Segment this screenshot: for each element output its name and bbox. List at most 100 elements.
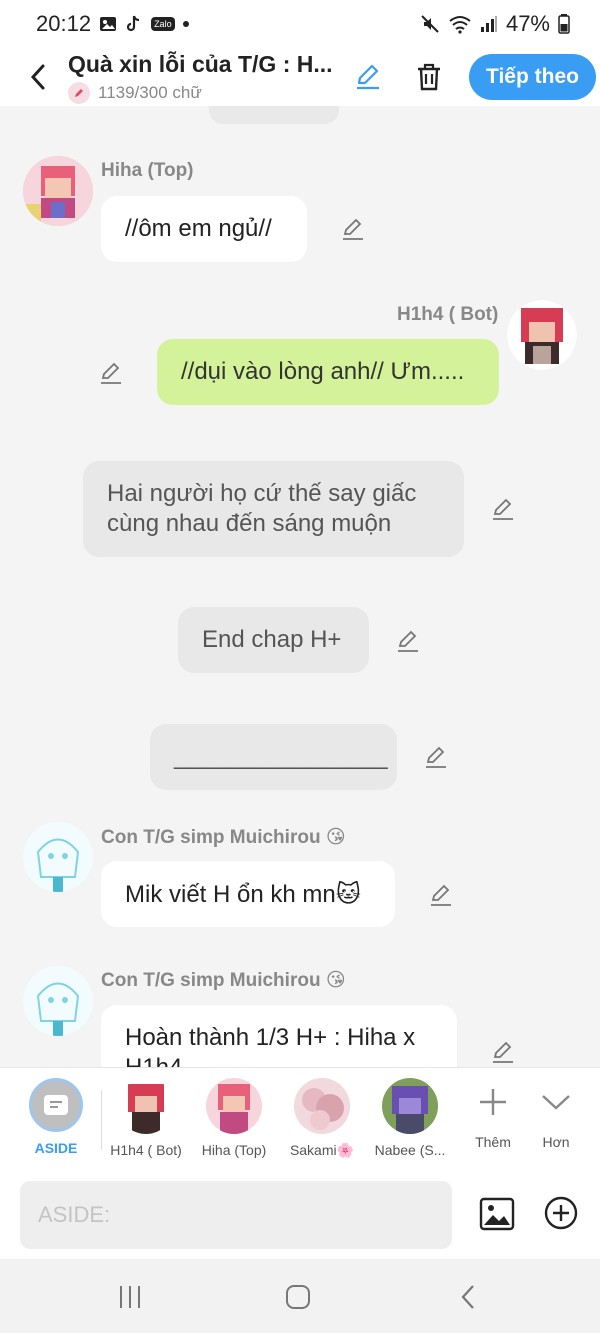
avatar-h1h4[interactable] (507, 300, 577, 370)
notification-dot (182, 21, 189, 27)
chevron-down-icon (536, 1082, 576, 1122)
image-icon (479, 1197, 515, 1231)
character-label: ASIDE (34, 1140, 78, 1156)
mute-icon (420, 14, 440, 34)
signal-icon (480, 15, 498, 33)
message-text: //ôm em ngủ// (125, 215, 272, 242)
message-text: Hoàn thành 1/3 H+ : Hiha x H1h4 (125, 1024, 416, 1067)
recent-apps-button[interactable] (114, 1281, 146, 1313)
chevron-left-icon (30, 64, 45, 90)
pencil-icon (343, 218, 363, 240)
character-avatar (118, 1078, 174, 1134)
pencil-icon (493, 498, 513, 520)
status-time: 20:12 (36, 11, 92, 36)
input-row (0, 1173, 600, 1259)
edit-message-button[interactable] (423, 744, 449, 770)
home-icon (286, 1285, 310, 1309)
message-bubble[interactable]: //dụi vào lòng anh// Ưm..... (157, 339, 499, 405)
editor-header: Quà xin lỗi của T/G : H... 1139/300 chữ … (0, 48, 600, 106)
edit-message-button[interactable] (490, 1039, 516, 1065)
next-button[interactable]: Tiếp theo (469, 54, 596, 100)
message-icon (44, 1095, 68, 1115)
add-button[interactable] (543, 1195, 579, 1231)
pencil-badge-icon (68, 81, 90, 104)
edit-message-button[interactable] (490, 496, 516, 522)
battery-percent: 47% (505, 11, 550, 36)
speaker-name: Hiha (Top) (101, 160, 194, 181)
back-button[interactable] (18, 57, 58, 97)
avatar-author[interactable] (23, 822, 93, 892)
message-bubble[interactable]: //ôm em ngủ// (101, 196, 307, 262)
edit-title-button[interactable] (353, 62, 383, 92)
character-sakami[interactable]: Sakami🌸 (277, 1078, 367, 1159)
character-label: Nabee (S... (374, 1142, 446, 1158)
gallery-icon (99, 15, 117, 33)
status-left: 20:12 Zalo (36, 11, 189, 37)
character-avatar (382, 1078, 438, 1134)
story-title[interactable]: Quà xin lỗi của T/G : H... (68, 51, 343, 78)
status-bar: 20:12 Zalo 47% (0, 0, 600, 48)
speaker-name: Con T/G simp Muichirou 😘 (101, 970, 346, 991)
character-label: Sakami🌸 (289, 1142, 355, 1158)
message-input[interactable] (20, 1181, 452, 1249)
tiktok-icon (125, 14, 143, 34)
aside-avatar (29, 1078, 83, 1132)
pencil-icon (357, 64, 379, 90)
recent-apps-icon (120, 1286, 140, 1308)
system-back-button[interactable] (452, 1281, 484, 1313)
character-hiha[interactable]: Hiha (Top) (189, 1078, 279, 1158)
message-bubble[interactable]: Mik viết H ổn kh mn🐱 (101, 861, 395, 927)
message-bubble[interactable]: Hoàn thành 1/3 H+ : Hiha x H1h4 (101, 1005, 457, 1067)
add-character-button[interactable]: Thêm (463, 1082, 523, 1150)
delete-button[interactable] (413, 61, 445, 93)
word-count: 1139/300 chữ (98, 82, 202, 102)
character-aside[interactable]: ASIDE (11, 1078, 101, 1156)
aside-bubble[interactable]: ________________ (150, 724, 397, 790)
avatar-hiha[interactable] (23, 156, 93, 226)
title-block: Quà xin lỗi của T/G : H... 1139/300 chữ (68, 51, 343, 104)
pencil-icon (426, 746, 446, 768)
message-text: Mik viết H ổn kh mn🐱 (125, 880, 361, 908)
expand-label: Hơn (542, 1134, 570, 1150)
edit-message-button[interactable] (395, 628, 421, 654)
previous-bubble-stub (209, 106, 339, 124)
aside-bubble[interactable]: End chap H+ (178, 607, 369, 673)
insert-image-button[interactable] (478, 1195, 516, 1233)
aside-text: ________________ (174, 743, 388, 770)
pencil-icon (398, 630, 418, 652)
pencil-icon (431, 884, 451, 906)
character-avatar (294, 1078, 350, 1134)
aside-bubble[interactable]: Hai người họ cứ thế say giấc cùng nhau đ… (83, 461, 464, 557)
trash-icon (418, 63, 440, 91)
aside-text: Hai người họ cứ thế say giấc cùng nhau đ… (107, 480, 417, 537)
pencil-icon (493, 1041, 513, 1063)
expand-button[interactable]: Hơn (526, 1082, 586, 1150)
character-nabee[interactable]: Nabee (S... (365, 1078, 455, 1158)
system-nav-bar (0, 1259, 600, 1333)
character-h1h4[interactable]: H1h4 ( Bot) (101, 1078, 191, 1158)
home-button[interactable] (282, 1281, 314, 1313)
chat-area[interactable]: Hiha (Top) //ôm em ngủ// H1h4 ( Bot) //d… (0, 106, 600, 1067)
status-right: 47% (420, 11, 570, 37)
word-count-row: 1139/300 chữ (68, 81, 343, 104)
wifi-icon (448, 14, 472, 34)
add-label: Thêm (475, 1134, 511, 1150)
avatar-author[interactable] (23, 966, 93, 1036)
edit-message-button[interactable] (98, 360, 124, 386)
aside-text: End chap H+ (202, 626, 342, 653)
character-label: H1h4 ( Bot) (110, 1142, 182, 1158)
plus-circle-icon (544, 1196, 578, 1230)
speaker-name: Con T/G simp Muichirou 😘 (101, 827, 346, 848)
character-label: Hiha (Top) (201, 1142, 267, 1158)
battery-icon (558, 14, 570, 34)
plus-icon (473, 1082, 513, 1122)
pencil-icon (101, 362, 121, 384)
edit-message-button[interactable] (428, 882, 454, 908)
edit-message-button[interactable] (340, 216, 366, 242)
chevron-left-icon (461, 1285, 474, 1309)
character-avatar (206, 1078, 262, 1134)
zalo-icon: Zalo (151, 17, 175, 31)
speaker-name: H1h4 ( Bot) (397, 304, 499, 325)
character-bar: ASIDE H1h4 ( Bot) Hiha (Top) Sakami🌸 Nab… (0, 1067, 600, 1173)
message-text: //dụi vào lòng anh// Ưm..... (181, 358, 465, 385)
